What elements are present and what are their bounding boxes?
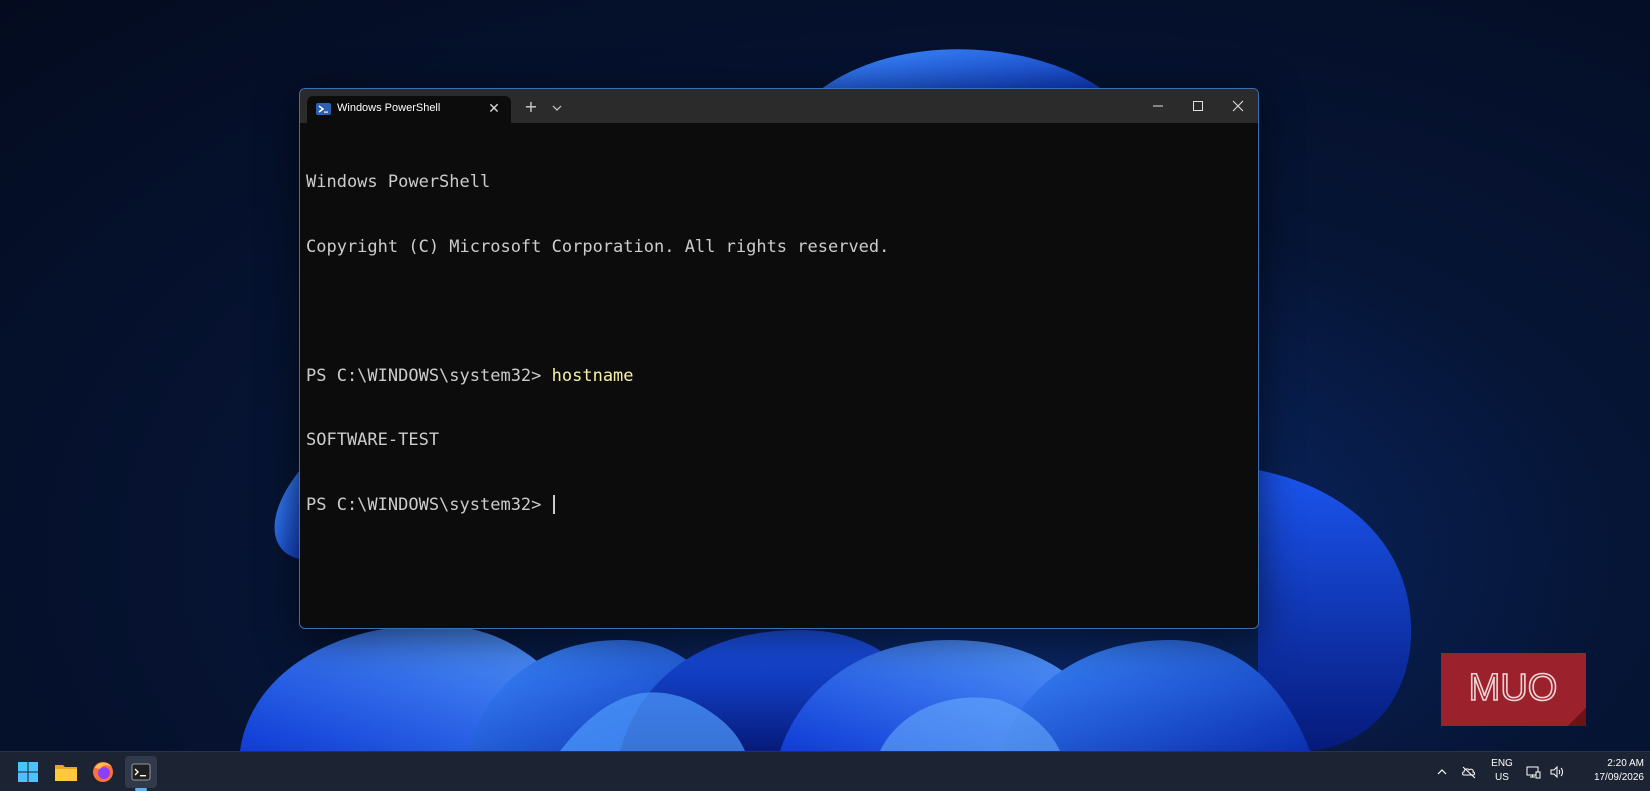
terminal-line: PS C:\WINDOWS\system32> [306, 494, 1246, 517]
firefox-button[interactable] [87, 756, 119, 788]
terminal-window: Windows PowerShell ✕ + Windows PowerShel… [299, 88, 1259, 629]
chevron-up-icon[interactable] [1433, 763, 1451, 781]
terminal-line: Copyright (C) Microsoft Corporation. All… [306, 237, 1246, 259]
title-bar[interactable]: Windows PowerShell ✕ + [300, 89, 1258, 123]
terminal-output[interactable]: Windows PowerShell Copyright (C) Microso… [306, 129, 1246, 619]
desktop: Windows PowerShell ✕ + Windows PowerShel… [0, 0, 1650, 791]
terminal-text: SOFTWARE-TEST [306, 430, 440, 450]
start-button[interactable] [12, 756, 44, 788]
terminal-text: Copyright (C) Microsoft Corporation. All… [306, 236, 890, 257]
terminal-line: SOFTWARE-TEST [306, 430, 1246, 452]
prompt-text: PS C:\WINDOWS\system32> [306, 365, 552, 386]
lang-line2: US [1495, 772, 1509, 783]
maximize-button[interactable] [1178, 89, 1218, 123]
onedrive-offline-icon[interactable] [1460, 763, 1478, 781]
folder-icon [55, 765, 77, 781]
clock-date: 17/09/2026 [1593, 772, 1644, 783]
taskbar: ENG US 2:20 AM 17/09/2026 [0, 751, 1650, 791]
terminal-line: PS C:\WINDOWS\system32> hostname [306, 366, 1246, 388]
prompt-text: PS C:\WINDOWS\system32> [306, 494, 552, 515]
command-text: hostname [551, 365, 634, 386]
system-clock[interactable]: 2:20 AM 17/09/2026 [1572, 757, 1644, 785]
muo-watermark-text: MUO [1469, 667, 1558, 709]
input-language-indicator[interactable]: ENG US [1488, 757, 1516, 785]
volume-icon[interactable] [1548, 763, 1566, 781]
firefox-icon [93, 762, 113, 782]
network-icon[interactable] [1524, 763, 1542, 781]
terminal-text: Windows PowerShell [306, 172, 491, 192]
terminal-icon [131, 763, 151, 781]
powershell-icon [316, 103, 331, 115]
tab-title: Windows PowerShell [337, 102, 441, 114]
file-explorer-button[interactable] [50, 756, 82, 788]
lang-line1: ENG [1491, 758, 1513, 769]
terminal-taskbar-button[interactable] [125, 756, 157, 788]
new-tab-button[interactable]: + [521, 98, 541, 118]
muo-watermark-logo: MUO [1441, 653, 1586, 726]
windows-logo-icon [18, 762, 38, 782]
clock-time: 2:20 AM [1607, 758, 1644, 769]
close-window-button[interactable] [1218, 89, 1258, 123]
terminal-line: Windows PowerShell [306, 172, 1246, 194]
chevron-down-icon[interactable] [548, 99, 566, 117]
text-cursor [552, 494, 555, 514]
tab-windows-powershell[interactable]: Windows PowerShell ✕ [307, 96, 511, 123]
minimize-button[interactable] [1138, 89, 1178, 123]
close-tab-icon[interactable]: ✕ [485, 100, 503, 118]
